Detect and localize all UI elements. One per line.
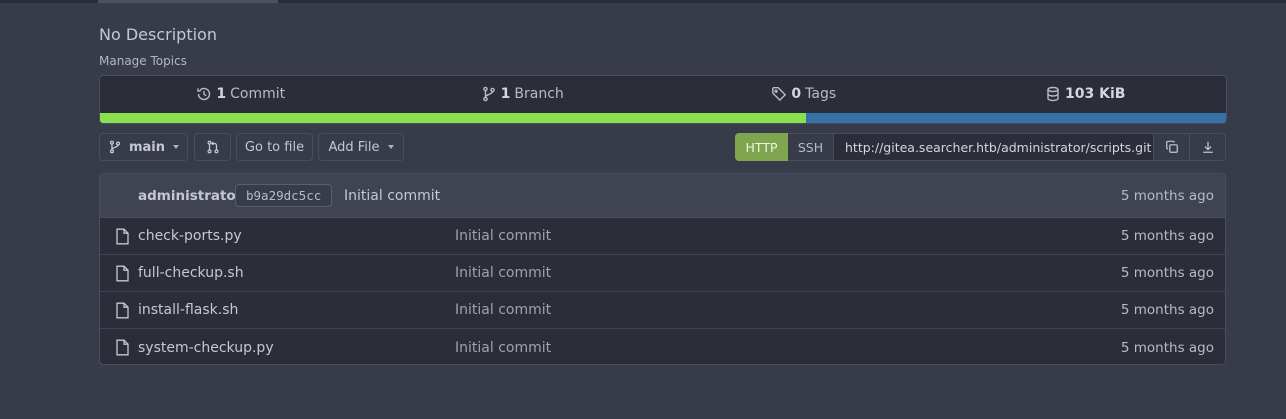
chevron-down-icon [173,145,180,149]
commit-sha[interactable]: b9a29dc5cc [235,184,333,207]
commit-message[interactable]: Initial commit [344,188,440,204]
commits-count: 1 [216,86,227,102]
file-commit-message[interactable]: Initial commit [455,228,551,244]
tags-stat[interactable]: 0 Tags [663,86,945,102]
commits-label: Commit [230,86,286,102]
commits-stat[interactable]: 1 Commit [100,86,382,102]
download-icon [1202,141,1213,153]
file-row[interactable]: full-checkup.sh Initial commit 5 months … [100,255,1225,292]
chevron-down-icon [387,145,394,149]
ssh-clone-button[interactable]: SSH [788,133,834,161]
language-segment[interactable] [806,113,1226,123]
file-name[interactable]: system-checkup.py [138,340,274,356]
file-commit-message[interactable]: Initial commit [455,265,551,281]
file-row[interactable]: check-ports.py Initial commit 5 months a… [100,218,1225,255]
file-row[interactable]: system-checkup.py Initial commit 5 month… [100,329,1225,364]
branch-icon [482,86,495,102]
latest-commit-bar: administrator b9a29dc5cc Initial commit … [100,174,1225,218]
repo-stats-bar: 1 Commit 1 Branch 0 Tags 103 KiB [99,75,1227,124]
download-button[interactable] [1190,133,1226,161]
file-icon [116,228,129,245]
branch-name: main [128,139,166,155]
file-icon [116,339,129,356]
file-commit-message[interactable]: Initial commit [455,302,551,318]
file-commit-time: 5 months ago [1120,228,1214,244]
add-file-dropdown[interactable]: Add File [318,133,404,161]
branches-label: Branch [514,86,564,102]
top-border [0,0,1286,3]
http-clone-button[interactable]: HTTP [735,133,788,161]
repo-toolbar: main Go to file Add File HTTP SSH http:/… [99,133,1226,163]
file-row[interactable]: install-flask.sh Initial commit 5 months… [100,292,1225,329]
branch-selector[interactable]: main [99,133,188,161]
file-icon [116,302,129,319]
language-segment[interactable] [100,113,806,123]
active-tab-indicator [98,0,278,3]
history-icon [197,87,211,101]
go-to-file-button[interactable]: Go to file [236,133,313,161]
file-commit-message[interactable]: Initial commit [455,340,551,356]
file-name[interactable]: install-flask.sh [138,302,238,318]
compare-button[interactable] [194,133,231,161]
clone-url-input[interactable]: http://gitea.searcher.htb/administrator/… [834,133,1154,161]
file-commit-time: 5 months ago [1120,265,1214,281]
file-icon [116,265,129,282]
commit-author[interactable]: administrator [138,188,242,204]
branches-stat[interactable]: 1 Branch [382,86,664,102]
add-file-label: Add File [328,139,380,155]
file-list: administrator b9a29dc5cc Initial commit … [99,173,1226,365]
repo-description: No Description [99,25,217,44]
language-bar[interactable] [100,113,1226,123]
commit-time: 5 months ago [1120,187,1214,204]
file-commit-time: 5 months ago [1120,339,1214,356]
branch-icon [109,140,121,154]
manage-topics-link[interactable]: Manage Topics [99,54,187,68]
tag-icon [772,87,787,102]
database-icon [1047,86,1059,102]
branches-count: 1 [500,86,511,102]
copy-icon [1165,140,1178,153]
tags-count: 0 [791,86,802,102]
file-name[interactable]: full-checkup.sh [138,265,244,281]
copy-url-button[interactable] [1154,133,1190,161]
size-stat: 103 KiB [945,86,1227,102]
file-commit-time: 5 months ago [1120,302,1214,318]
repo-size: 103 KiB [1065,86,1126,102]
pull-request-icon [206,140,219,154]
tags-label: Tags [805,86,837,102]
clone-panel: HTTP SSH http://gitea.searcher.htb/admin… [735,133,1226,163]
file-name[interactable]: check-ports.py [138,228,242,244]
